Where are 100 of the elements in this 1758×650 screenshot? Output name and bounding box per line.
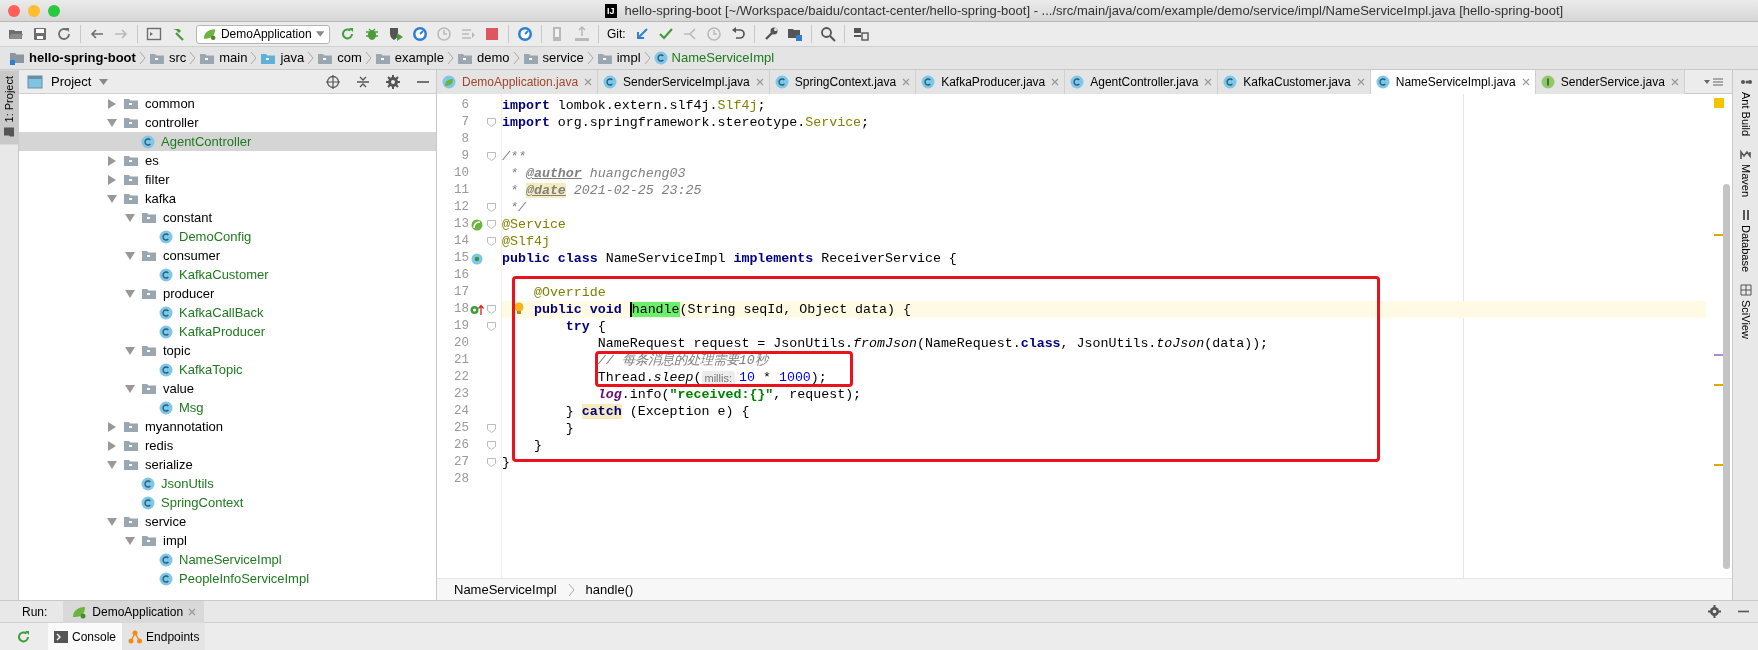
breadcrumb-item[interactable]: NameServiceImpl	[451, 579, 560, 600]
folder-name[interactable]: consumer	[163, 245, 221, 266]
editor-tab[interactable]: DemoApplication.java	[437, 70, 599, 94]
editor-tab[interactable]: KafkaProducer.java	[916, 70, 1066, 94]
line-number: 22	[453, 369, 469, 387]
folder-name[interactable]: filter	[145, 169, 170, 190]
line-number: 27	[453, 454, 469, 472]
line-number: 25	[453, 420, 469, 438]
file-name[interactable]: DemoConfig	[179, 226, 252, 247]
code-text: Thread.sleep(	[596, 369, 702, 386]
folder-name[interactable]: redis	[145, 435, 174, 456]
run-config-dropdown[interactable]: DemoApplication	[196, 24, 330, 44]
line-number: 9	[460, 148, 469, 166]
code-text: } catch (Exception e) {	[564, 403, 750, 420]
line-number: 20	[453, 335, 469, 353]
line-number: 19	[453, 318, 469, 336]
editor-tab[interactable]: NameServiceImpl.java	[1370, 70, 1536, 94]
folder-name[interactable]: controller	[145, 112, 199, 133]
breadcrumb-item[interactable]: impl	[593, 48, 644, 68]
tool-window-tab[interactable]: Maven	[1733, 142, 1758, 204]
code-text: */	[508, 199, 526, 216]
view-dropdown[interactable]: Project	[51, 71, 109, 92]
breadcrumb-item[interactable]: demo	[453, 48, 513, 68]
editor-tab[interactable]: SpringContext.java	[769, 70, 917, 94]
line-number: 11	[453, 182, 469, 200]
code-text: * @date 2021-02-25 23:25	[508, 182, 702, 199]
folder-name[interactable]: value	[163, 378, 195, 399]
breadcrumb-item[interactable]: java	[257, 48, 308, 68]
line-number: 28	[453, 471, 469, 489]
code-text: NameRequest request = JsonUtils.fromJson(NameRequest.class, JsonUtils.toJson(data));	[596, 335, 1269, 352]
line-number: 26	[453, 437, 469, 455]
line-number: 12	[453, 199, 469, 217]
line-number: 8	[460, 131, 469, 149]
breadcrumb-item[interactable]: example	[371, 48, 447, 68]
code-text: /**	[502, 148, 526, 165]
tool-window-tab[interactable]: 1: Project	[0, 70, 19, 145]
folder-name[interactable]: es	[145, 150, 159, 171]
git-label: Git:	[606, 26, 627, 43]
line-number: 10	[453, 165, 469, 183]
line-number: 7	[460, 114, 469, 132]
tool-window-tab[interactable]: Database	[1733, 203, 1758, 279]
folder-name[interactable]: producer	[163, 283, 215, 304]
folder-name[interactable]: myannotation	[145, 416, 224, 437]
code-text: @Slf4j	[502, 233, 550, 250]
file-name[interactable]: PeopleInfoServiceImpl	[179, 568, 310, 589]
file-name[interactable]: Msg	[179, 397, 204, 418]
code-text: 10 * 1000);	[739, 369, 827, 386]
code-text: @Override	[532, 284, 606, 301]
file-name[interactable]: NameServiceImpl	[179, 549, 282, 570]
code-text: }	[502, 454, 510, 471]
code-text: public void handle(String seqId, Object data) {	[532, 301, 911, 318]
tool-window-tab[interactable]: SciView	[1733, 278, 1758, 346]
file-name[interactable]: JsonUtils	[161, 473, 214, 494]
code-text: public class NameServiceImpl implements ReceiverService {	[502, 250, 957, 267]
file-name[interactable]: SpringContext	[161, 492, 244, 513]
breadcrumb-item[interactable]: hello-spring-boot	[6, 48, 139, 68]
folder-name[interactable]: kafka	[145, 188, 177, 209]
file-name[interactable]: KafkaProducer	[179, 321, 265, 342]
line-number: 21	[453, 352, 469, 370]
folder-name[interactable]: serialize	[145, 454, 193, 475]
line-number: 23	[453, 386, 469, 404]
line-number: 16	[453, 267, 469, 285]
file-name[interactable]: AgentController	[161, 131, 252, 152]
line-number: 6	[460, 97, 469, 115]
breadcrumb-item[interactable]: com	[314, 48, 365, 68]
line-number: 13	[453, 216, 469, 234]
folder-name[interactable]: impl	[163, 530, 187, 551]
code-text: * @author huangcheng03	[508, 165, 686, 182]
code-text: }	[564, 420, 574, 437]
folder-name[interactable]: common	[145, 94, 195, 114]
breadcrumb-item[interactable]: service	[519, 48, 587, 68]
editor-tab[interactable]: AgentController.java	[1065, 70, 1219, 94]
code-text: @Service	[502, 216, 566, 233]
line-number: 24	[453, 403, 469, 421]
code-text: import lombok.extern.slf4j.Slf4j;	[502, 97, 766, 114]
folder-name[interactable]: constant	[163, 207, 213, 228]
file-name[interactable]: KafkaCallBack	[179, 302, 264, 323]
code-text: try {	[564, 318, 606, 335]
file-name[interactable]: KafkaTopic	[179, 359, 243, 380]
tool-window-tab[interactable]: Ant Build	[1733, 70, 1758, 143]
code-text: // 每条消息的处理需要10秒	[596, 352, 768, 369]
line-number: 17	[453, 284, 469, 302]
code-text: import org.springframework.stereotype.Service;	[502, 114, 870, 131]
folder-name[interactable]: topic	[163, 340, 191, 361]
window-title: hello-spring-boot [~/Workspace/baidu/contact-center/hello-spring-boot] - .../src/main/java/com/example/demo/service/impl/NameServiceImpl.java [hello-spring-boot]	[624, 1, 1564, 20]
editor-tab[interactable]: SenderService.java	[1535, 70, 1685, 94]
console-tab[interactable]: Endpoints	[122, 623, 206, 650]
breadcrumb-item[interactable]: src	[145, 48, 190, 68]
code-text: }	[532, 437, 542, 454]
file-name[interactable]: KafkaCustomer	[179, 264, 269, 285]
run-tab[interactable]: DemoApplication	[63, 600, 205, 623]
editor-tab[interactable]: KafkaCustomer.java	[1218, 70, 1371, 94]
breadcrumb-item[interactable]: NameServiceImpl	[650, 48, 778, 68]
code-text: log.info("received:{}", request);	[596, 386, 862, 403]
folder-name[interactable]: service	[145, 511, 187, 532]
breadcrumb-item[interactable]: handle()	[582, 579, 637, 600]
line-number: 18	[453, 301, 469, 319]
editor-tab[interactable]: SenderServiceImpl.java	[598, 70, 770, 94]
breadcrumb-item[interactable]: main	[196, 48, 251, 68]
console-tab[interactable]: Console	[48, 623, 123, 650]
